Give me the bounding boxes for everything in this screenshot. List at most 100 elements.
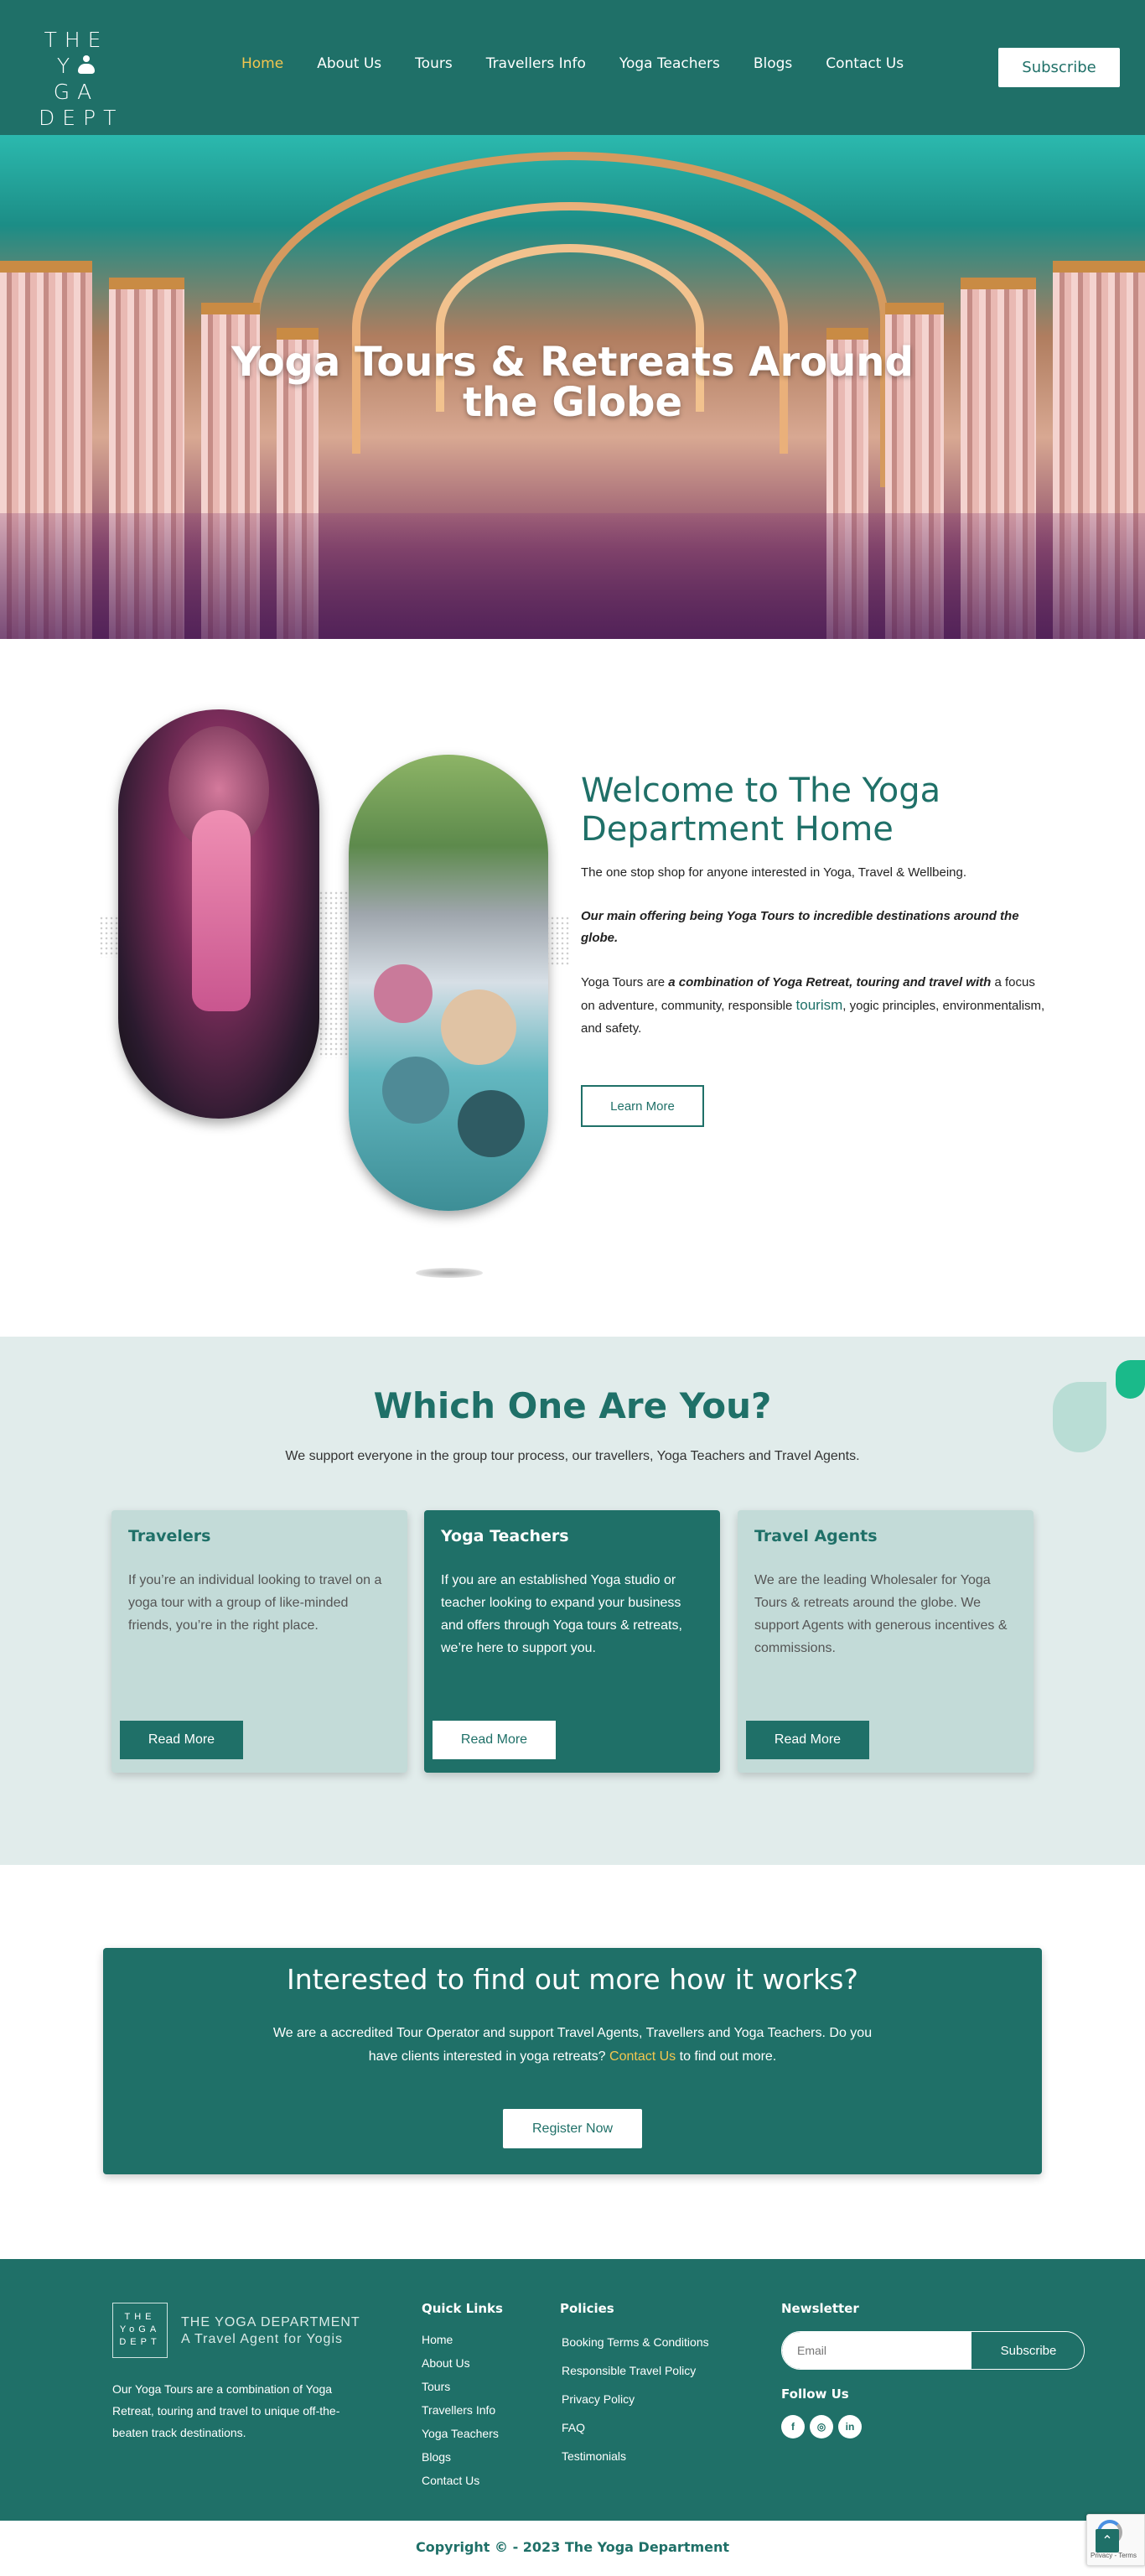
footer-link-travellers-info[interactable]: Travellers Info xyxy=(422,2398,503,2422)
scroll-to-top-icon[interactable]: ⌃ xyxy=(1096,2529,1119,2553)
footer-description: Our Yoga Tours are a combination of Yoga… xyxy=(112,2382,340,2439)
newsletter-subscribe-button[interactable]: Subscribe xyxy=(971,2332,1084,2369)
decorative-dots xyxy=(545,916,570,966)
welcome-title: Welcome to The Yoga Department Home xyxy=(581,771,941,849)
site-logo[interactable]: THE YGA DEPT xyxy=(39,27,124,131)
cta-title: Interested to find out more how it works… xyxy=(287,1963,858,1996)
text-fragment: We are a accredited Tour Operator and su… xyxy=(272,2026,873,2064)
logo-line-3: DEPT xyxy=(119,2337,161,2347)
recaptcha-text: Privacy - Terms xyxy=(1091,2552,1137,2559)
welcome-section: Welcome to The Yoga Department Home The … xyxy=(0,639,1145,1337)
cta-box: Interested to find out more how it works… xyxy=(103,1948,1042,2174)
logo-line-1: THE xyxy=(44,28,109,52)
cta-section: Interested to find out more how it works… xyxy=(0,1865,1145,2259)
header-subscribe-button[interactable]: Subscribe xyxy=(998,48,1120,87)
yoga-teachers-card: Yoga Teachers If you are an established … xyxy=(424,1510,720,1773)
newsletter-form: Subscribe xyxy=(781,2331,1085,2370)
travel-agents-card: Travel Agents We are the leading Wholesa… xyxy=(738,1510,1034,1773)
logo-letter: Y xyxy=(119,2324,130,2334)
logo-letter: Y xyxy=(56,54,78,78)
footer-link-booking-terms[interactable]: Booking Terms & Conditions xyxy=(560,2328,709,2356)
logo-letters: GA xyxy=(53,80,100,104)
photo-figure xyxy=(382,1057,449,1124)
travelers-read-more-button[interactable]: Read More xyxy=(120,1721,243,1759)
card-title: Travel Agents xyxy=(754,1527,878,1545)
footer-brand: THE YOGA DEPARTMENT A Travel Agent for Y… xyxy=(181,2314,360,2348)
nav-yoga-teachers[interactable]: Yoga Teachers xyxy=(603,55,737,72)
nav-home[interactable]: Home xyxy=(225,55,300,72)
photo-figure xyxy=(441,989,516,1065)
hero-title: Yoga Tours & Retreats Around the Globe xyxy=(231,339,914,426)
logo-line-2: YGA xyxy=(39,53,114,105)
footer-logo[interactable]: THE YoGA DEPT xyxy=(112,2303,168,2358)
text-emphasis: a combination of Yoga Retreat, touring a… xyxy=(668,975,992,989)
photo-figure xyxy=(458,1090,525,1157)
image-shadow xyxy=(416,1268,483,1278)
nav-about-us[interactable]: About Us xyxy=(300,55,398,72)
register-now-button[interactable]: Register Now xyxy=(503,2109,642,2148)
footer-brand-name: THE YOGA DEPARTMENT xyxy=(181,2315,360,2329)
travelers-card: Travelers If you’re an individual lookin… xyxy=(111,1510,407,1773)
follow-us-title: Follow Us xyxy=(781,2386,849,2402)
hero-banner: Yoga Tours & Retreats Around the Globe xyxy=(0,135,1145,639)
quick-links-column: Quick Links Home About Us Tours Travelle… xyxy=(422,2301,503,2492)
contact-us-link[interactable]: Contact Us xyxy=(609,2049,676,2064)
yoga-class-photo xyxy=(349,755,548,1211)
copyright-bar: Copyright © - 2023 The Yoga Department xyxy=(0,2521,1145,2576)
logo-letters: GA xyxy=(138,2324,161,2334)
footer-link-yoga-teachers[interactable]: Yoga Teachers xyxy=(422,2422,503,2445)
nav-blogs[interactable]: Blogs xyxy=(737,55,809,72)
card-title: Travelers xyxy=(128,1527,211,1545)
photo-figure xyxy=(374,964,433,1023)
nav-contact-us[interactable]: Contact Us xyxy=(809,55,920,72)
footer-link-privacy-policy[interactable]: Privacy Policy xyxy=(560,2385,709,2413)
meditation-photo xyxy=(118,709,319,1119)
welcome-offering: Our main offering being Yoga Tours to in… xyxy=(581,909,1019,945)
footer-brand-tagline: A Travel Agent for Yogis xyxy=(181,2332,344,2346)
text-fragment: Yoga Tours are xyxy=(581,975,669,989)
copyright-text: Copyright © - 2023 The Yoga Department xyxy=(415,2539,730,2555)
logo-line-1: THE xyxy=(124,2312,156,2322)
policies-title: Policies xyxy=(560,2301,614,2316)
footer-link-responsible-travel[interactable]: Responsible Travel Policy xyxy=(560,2356,709,2385)
logo-line-3: DEPT xyxy=(39,106,124,130)
main-nav: Home About Us Tours Travellers Info Yoga… xyxy=(225,55,920,72)
instagram-icon[interactable]: ◎ xyxy=(810,2415,833,2438)
newsletter-column: Newsletter xyxy=(781,2301,859,2328)
yoga-teachers-read-more-button[interactable]: Read More xyxy=(433,1721,556,1759)
audience-subtitle: We support everyone in the group tour pr… xyxy=(285,1449,860,1463)
logo-line-2: YoGA xyxy=(119,2324,161,2334)
quick-links-title: Quick Links xyxy=(422,2301,503,2316)
footer-link-blogs[interactable]: Blogs xyxy=(422,2445,503,2469)
cta-text: We are a accredited Tour Operator and su… xyxy=(271,2022,874,2069)
audience-section: Which One Are You? We support everyone i… xyxy=(0,1337,1145,1865)
newsletter-title: Newsletter xyxy=(781,2301,859,2316)
linkedin-icon[interactable]: in xyxy=(838,2415,862,2438)
text-fragment: to find out more. xyxy=(676,2049,777,2064)
policies-column: Policies Booking Terms & Conditions Resp… xyxy=(560,2301,709,2470)
footer-link-tours[interactable]: Tours xyxy=(422,2375,503,2398)
site-header: THE YGA DEPT Home About Us Tours Travell… xyxy=(0,0,1145,135)
footer-link-faq[interactable]: FAQ xyxy=(560,2413,709,2442)
footer-link-testimonials[interactable]: Testimonials xyxy=(560,2442,709,2470)
nav-travellers-info[interactable]: Travellers Info xyxy=(469,55,603,72)
card-text: If you are an established Yoga studio or… xyxy=(441,1573,682,1655)
audience-title: Which One Are You? xyxy=(373,1385,772,1426)
footer-link-contact-us[interactable]: Contact Us xyxy=(422,2469,503,2492)
facebook-icon[interactable]: f xyxy=(781,2415,805,2438)
meditation-icon xyxy=(77,55,96,75)
hero-floor xyxy=(0,513,1145,639)
footer-link-home[interactable]: Home xyxy=(422,2328,503,2351)
card-text: If you’re an individual looking to trave… xyxy=(128,1573,382,1633)
learn-more-button[interactable]: Learn More xyxy=(581,1085,704,1127)
welcome-intro: The one stop shop for anyone interested … xyxy=(581,865,967,880)
footer-link-about-us[interactable]: About Us xyxy=(422,2351,503,2375)
newsletter-email-input[interactable] xyxy=(782,2332,971,2369)
travel-agents-read-more-button[interactable]: Read More xyxy=(746,1721,869,1759)
card-title: Yoga Teachers xyxy=(441,1527,569,1545)
nav-tours[interactable]: Tours xyxy=(398,55,469,72)
tourism-link[interactable]: tourism xyxy=(796,997,843,1013)
photo-hands xyxy=(192,810,251,1011)
welcome-description: Yoga Tours are a combination of Yoga Ret… xyxy=(581,971,1050,1040)
card-text: We are the leading Wholesaler for Yoga T… xyxy=(754,1573,1008,1655)
